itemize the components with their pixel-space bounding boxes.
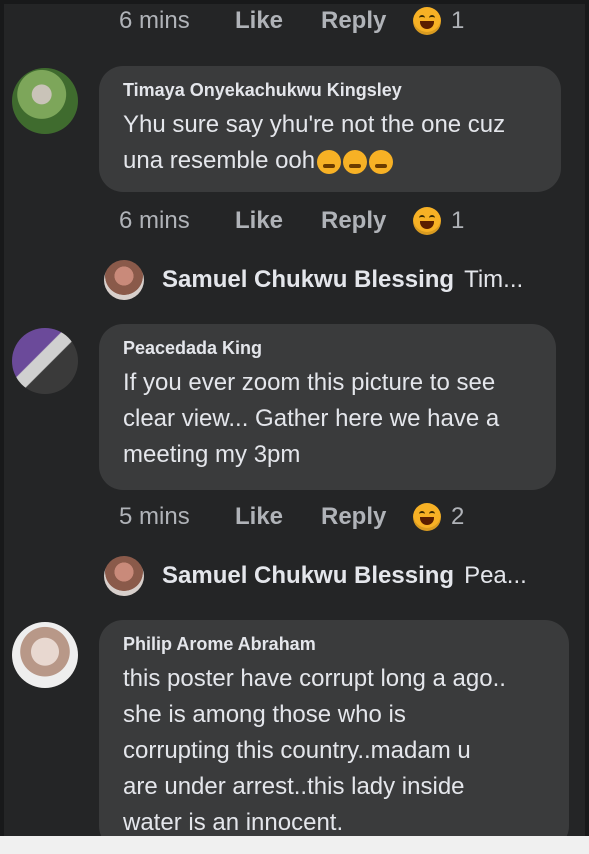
reply-button[interactable]: Reply [321,7,413,35]
comment-text-fragment: una resemble ooh [123,147,316,174]
reply-button[interactable]: Reply [321,207,413,235]
comment-text-line: corrupting this country..madam u [123,737,471,764]
haha-reaction-icon [413,7,441,35]
comment-author[interactable]: Timaya Onyekachukwu Kingsley [123,80,541,101]
reaction-count[interactable]: 1 [413,7,464,35]
comment-text-line: una resemble ooh [123,143,541,179]
comment-author[interactable]: Peacedada King [123,338,536,359]
reply-preview[interactable]: Samuel Chukwu Blessing Tim... [104,260,523,300]
haha-reaction-icon [413,503,441,531]
haha-reaction-icon [413,207,441,235]
comment-text-line: If you ever zoom this picture to see [123,369,496,396]
comment-time: 6 mins [119,7,190,34]
avatar[interactable] [12,622,78,688]
comment-text: this poster have corrupt long a ago.. sh… [123,661,549,836]
comment-actions: 6 mins Like Reply 1 [119,206,464,236]
like-button[interactable]: Like [235,7,321,35]
comment-text: Yhu sure say yhu're not the one cuz una … [123,107,541,179]
comments-panel: 6 mins Like Reply 1 Timaya Onyekachukwu … [4,4,585,836]
comment-text-line: clear view... Gather here we have a [123,405,500,432]
comment-bubble: Timaya Onyekachukwu Kingsley Yhu sure sa… [99,66,561,192]
reaction-number: 1 [451,207,465,234]
reaction-count[interactable]: 1 [413,207,464,235]
comment-text-line: this poster have corrupt long a ago.. [123,665,506,692]
avatar[interactable] [12,68,78,134]
reaction-number: 1 [451,7,465,34]
avatar[interactable] [104,260,144,300]
reply-author[interactable]: Samuel Chukwu Blessing [162,266,454,294]
reply-snippet: Pea... [464,562,527,589]
comment-author[interactable]: Philip Arome Abraham [123,634,549,655]
comment-bubble: Peacedada King If you ever zoom this pic… [99,324,556,490]
reply-preview[interactable]: Samuel Chukwu Blessing Pea... [104,556,527,596]
avatar[interactable] [104,556,144,596]
reaction-count[interactable]: 2 [413,503,464,531]
comment-text-line: she is among those who is [123,701,406,728]
flushed-emoji-icon [317,149,342,174]
like-button[interactable]: Like [235,207,321,235]
reply-button[interactable]: Reply [321,503,413,531]
comment-text-line: are under arrest..this lady inside [123,773,465,800]
comment-time: 6 mins [119,207,190,234]
flushed-emoji-icon [343,149,368,174]
disappointed-emoji-icon [369,149,394,174]
avatar[interactable] [12,328,78,394]
reply-snippet: Tim... [464,266,524,293]
bottom-edge [0,836,589,854]
comment-time: 5 mins [119,503,190,530]
comment-actions: 5 mins Like Reply 2 [119,502,464,532]
reaction-number: 2 [451,503,465,530]
comment-text-line: Yhu sure say yhu're not the one cuz [123,111,506,138]
like-button[interactable]: Like [235,503,321,531]
comment-text-line: water is an innocent. [123,809,344,836]
comment-text-line: meeting my 3pm [123,441,301,468]
reply-author[interactable]: Samuel Chukwu Blessing [162,562,454,590]
comment-actions: 6 mins Like Reply 1 [119,6,464,36]
comment-text: If you ever zoom this picture to see cle… [123,365,536,473]
comment-bubble: Philip Arome Abraham this poster have co… [99,620,569,836]
